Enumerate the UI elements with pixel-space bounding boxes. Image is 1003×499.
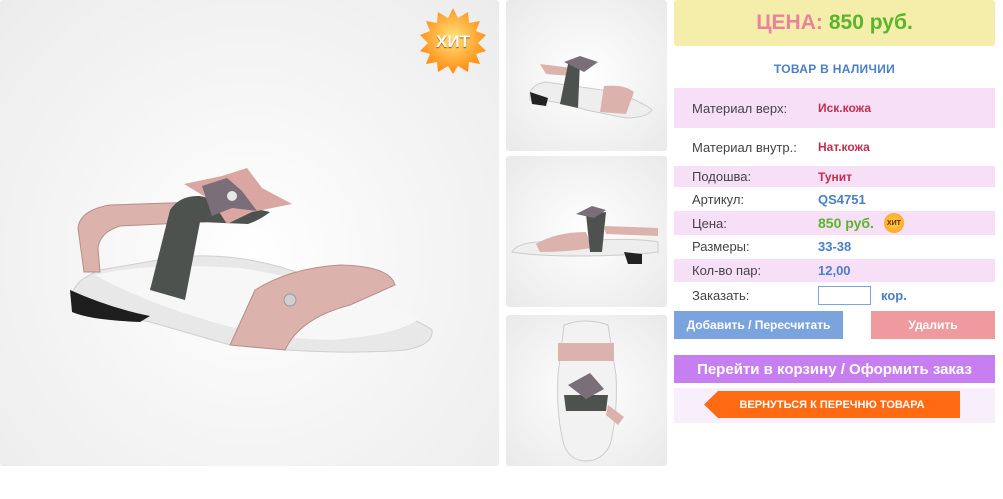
spec-label: Артикул: — [692, 191, 745, 207]
main-product-image: ХИТ — [0, 0, 499, 466]
back-to-list-button[interactable]: ВЕРНУТЬСЯ К ПЕРЕЧНЮ ТОВАРА — [704, 391, 960, 418]
spec-label: Подошва: — [692, 169, 752, 184]
price-header: ЦЕНА: 850 руб. — [674, 0, 995, 46]
spec-value: 850 руб. — [818, 215, 874, 231]
spec-value: Нат.кожа — [818, 140, 870, 154]
spec-row-sole: Подошва: Тунит — [674, 166, 995, 187]
spec-value: QS4751 — [818, 191, 866, 207]
spec-row-pairs: Кол-во пар: 12,00 — [674, 259, 995, 282]
thumbnail-3[interactable] — [506, 315, 667, 466]
spec-row-price: Цена: 850 руб. ХИТ — [674, 211, 995, 235]
order-label: Заказать: — [692, 287, 750, 303]
spec-row-article: Артикул: QS4751 — [674, 188, 995, 210]
thumbnail-1[interactable] — [506, 0, 667, 151]
sandal-thumb-image — [529, 56, 653, 119]
spec-label: Материал верх: — [692, 100, 788, 116]
price-value: 850 руб. — [828, 11, 913, 34]
spec-value: 12,00 — [818, 263, 851, 278]
hit-mini-badge: ХИТ — [883, 213, 904, 233]
spec-row-material-inner: Материал внутр.: Нат.кожа — [674, 128, 995, 166]
spec-row-material-top: Материал верх: Иск.кожа — [674, 88, 995, 128]
spec-row-sizes: Размеры: 33-38 — [674, 235, 995, 258]
thumbnail-2[interactable] — [506, 156, 667, 307]
price-label: ЦЕНА: — [756, 11, 823, 34]
order-row: Заказать: кор. — [674, 283, 995, 307]
sandal-thumb-image — [511, 206, 659, 264]
hit-badge: ХИТ — [418, 6, 488, 76]
spec-value: Иск.кожа — [818, 101, 871, 115]
spec-value: 33-38 — [818, 239, 852, 254]
go-to-cart-button[interactable]: Перейти в корзину / Оформить заказ — [674, 355, 995, 383]
add-recalculate-button[interactable]: Добавить / Пересчитать — [674, 311, 843, 339]
stock-status: ТОВАР В НАЛИЧИИ — [773, 62, 896, 76]
order-quantity-input[interactable] — [818, 285, 871, 305]
spec-label: Цена: — [692, 215, 727, 231]
spec-label: Размеры: — [692, 239, 750, 254]
sandal-thumb-image — [557, 320, 624, 462]
back-button-wrapper: ВЕРНУТЬСЯ К ПЕРЕЧНЮ ТОВАРА — [674, 388, 995, 423]
spec-label: Материал внутр.: — [692, 139, 797, 155]
hit-badge-label: ХИТ — [436, 32, 470, 51]
spec-value: Тунит — [818, 169, 853, 184]
spec-label: Кол-во пар: — [692, 263, 762, 278]
delete-button[interactable]: Удалить — [871, 311, 995, 339]
order-unit: кор. — [881, 287, 907, 303]
